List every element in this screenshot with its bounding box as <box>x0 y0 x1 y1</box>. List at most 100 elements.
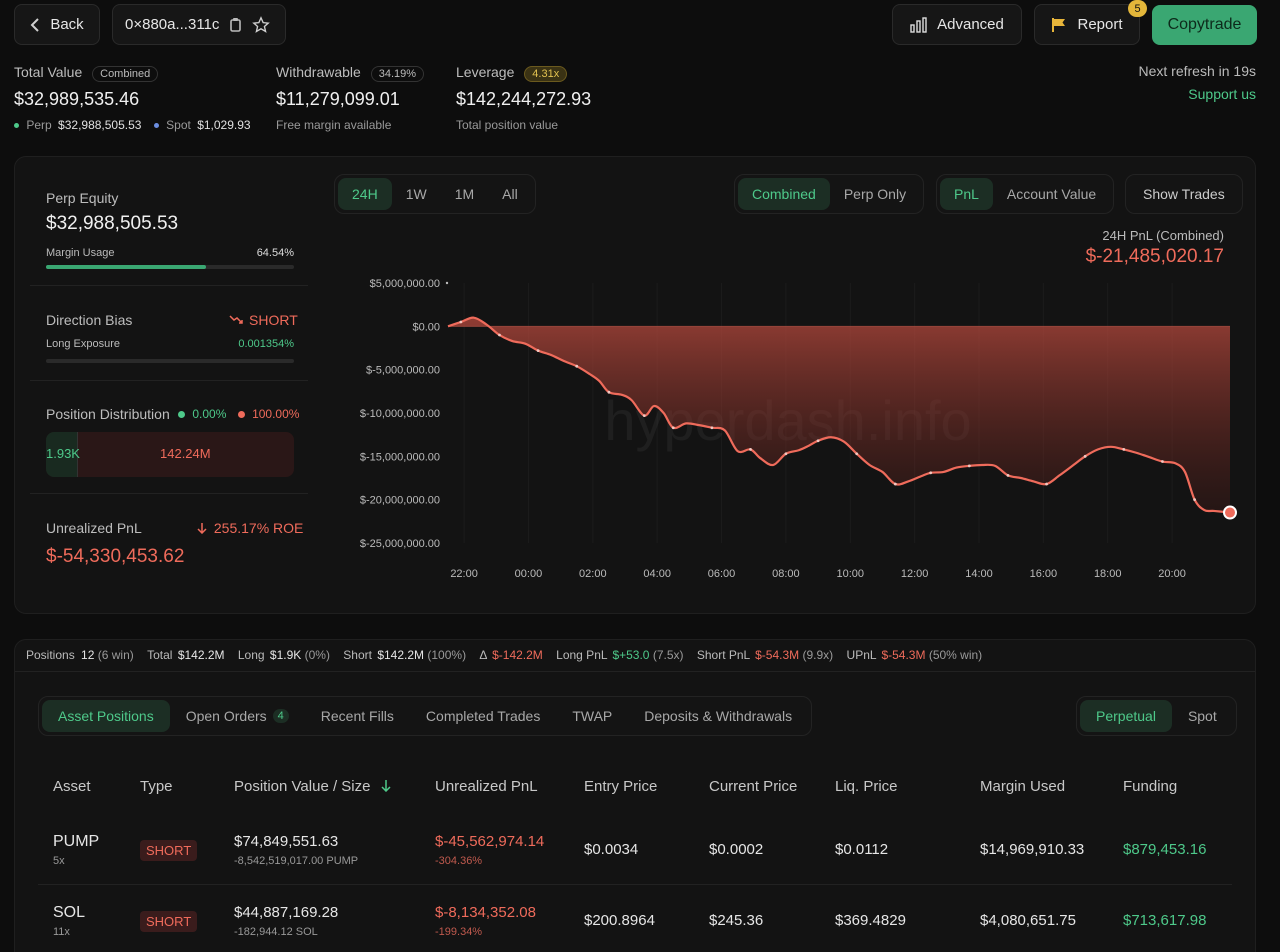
range-selector: 24H 1W 1M All <box>334 174 536 214</box>
col-asset[interactable]: Asset <box>53 778 91 795</box>
data-point <box>671 426 675 430</box>
address-box: 0×880a...311c <box>112 4 286 45</box>
direction-bias-value: SHORT <box>229 312 298 328</box>
row-current-price: $0.0002 <box>709 841 764 858</box>
tab-recent-fills[interactable]: Recent Fills <box>305 700 410 732</box>
back-button[interactable]: Back <box>14 4 100 45</box>
data-point <box>929 471 933 475</box>
positions-card <box>14 639 1256 952</box>
x-tick-label: 08:00 <box>772 568 800 580</box>
col-funding[interactable]: Funding <box>1123 778 1177 795</box>
row-liq-price: $369.4829 <box>835 912 906 929</box>
col-position-value[interactable]: Position Value / Size <box>234 778 391 796</box>
x-tick-label: 20:00 <box>1158 568 1186 580</box>
y-tick-label: $-25,000,000.00 <box>360 538 440 550</box>
copy-icon[interactable] <box>228 17 242 33</box>
x-tick-label: 04:00 <box>643 568 671 580</box>
show-trades-button[interactable]: Show Trades <box>1125 174 1243 214</box>
row-current-price: $245.36 <box>709 912 764 929</box>
col-margin-used[interactable]: Margin Used <box>980 778 1065 795</box>
row-funding: $879,453.16 <box>1123 841 1207 858</box>
data-point <box>1193 498 1197 502</box>
mode-combined[interactable]: Combined <box>738 178 830 210</box>
short-dot-icon <box>237 411 245 419</box>
pnl-title: 24H PnL (Combined) <box>1102 228 1224 243</box>
data-point <box>1122 448 1126 451</box>
y-tick-label: $-5,000,000.00 <box>366 365 440 377</box>
refresh-timer: Next refresh in 19s <box>1138 63 1257 79</box>
tab-completed-trades[interactable]: Completed Trades <box>410 700 556 732</box>
roe-value: 255.17% ROE <box>197 520 303 537</box>
x-tick-label: 22:00 <box>450 568 478 580</box>
x-tick-label: 12:00 <box>901 568 929 580</box>
data-point <box>498 333 501 337</box>
row-position-size: -8,542,519,017.00 PUMP <box>234 855 359 867</box>
tab-deposits-withdrawals[interactable]: Deposits & Withdrawals <box>628 700 808 732</box>
row-liq-price: $0.0112 <box>835 841 889 858</box>
range-1w[interactable]: 1W <box>392 178 441 210</box>
pnl-area <box>448 317 1230 513</box>
range-all[interactable]: All <box>488 178 532 210</box>
col-entry-price[interactable]: Entry Price <box>584 778 657 795</box>
margin-usage-label: Margin Usage <box>46 247 115 259</box>
data-point <box>1006 474 1010 477</box>
report-button[interactable]: Report <box>1034 4 1140 45</box>
row-entry-price: $0.0034 <box>584 841 639 858</box>
advanced-button[interactable]: Advanced <box>892 4 1022 45</box>
data-point <box>967 464 971 468</box>
long-exposure-bar <box>46 359 294 363</box>
leverage-pill: 4.31x <box>524 66 568 82</box>
data-point <box>855 452 859 456</box>
row-leverage: 5x <box>53 855 65 867</box>
advanced-label: Advanced <box>937 16 1004 33</box>
report-count-badge: 5 <box>1128 0 1147 17</box>
x-tick-label: 02:00 <box>579 568 607 580</box>
spot-dot-icon <box>153 123 159 129</box>
x-tick-label: 10:00 <box>836 568 864 580</box>
star-icon[interactable] <box>252 15 271 34</box>
metric-account-value[interactable]: Account Value <box>993 178 1110 210</box>
wallet-address: 0×880a...311c <box>125 16 220 33</box>
col-unrealized-pnl[interactable]: Unrealized PnL <box>435 778 538 795</box>
y-tick-label: $-20,000,000.00 <box>360 495 440 507</box>
tab-twap[interactable]: TWAP <box>556 700 628 732</box>
report-label: Report <box>1077 16 1123 33</box>
tab-asset-positions[interactable]: Asset Positions <box>42 700 170 732</box>
current-point-marker <box>1223 505 1237 520</box>
long-exposure-value: 0.001354% <box>238 338 294 350</box>
back-label: Back <box>50 16 84 33</box>
mode-perp-only[interactable]: Perp Only <box>830 178 920 210</box>
y-tick-label: $-10,000,000.00 <box>360 408 440 420</box>
copytrade-button[interactable]: Copytrade <box>1152 5 1257 45</box>
withdrawable-pill: 34.19% <box>370 66 425 82</box>
x-tick-label: 00:00 <box>515 568 543 580</box>
tab-open-orders[interactable]: Open Orders 4 <box>170 700 305 732</box>
range-24h[interactable]: 24H <box>338 178 392 210</box>
row-type-badge: SHORT <box>140 911 198 932</box>
row-upnl: $-8,134,352.08 <box>435 904 536 921</box>
y-tick-label: $-15,000,000.00 <box>360 451 440 463</box>
row-asset: SOL <box>53 904 86 921</box>
row-upnl: $-45,562,974.14 <box>435 833 545 850</box>
metric-pnl[interactable]: PnL <box>940 178 993 210</box>
withdrawable-sub: Free margin available <box>276 118 392 132</box>
positions-tabs: Asset Positions Open Orders 4 Recent Fil… <box>38 696 813 736</box>
y-tick-label: $5,000,000.00 <box>370 278 440 290</box>
unrealized-pnl-label: Unrealized PnL <box>46 520 142 536</box>
row-funding: $713,617.98 <box>1123 912 1207 929</box>
flag-icon <box>1051 17 1067 33</box>
tab-spot[interactable]: Spot <box>1172 700 1233 732</box>
support-link[interactable]: Support us <box>1188 86 1256 102</box>
open-orders-badge: 4 <box>272 709 289 723</box>
dist-short-value: 142.24M <box>160 446 211 461</box>
tab-perpetual[interactable]: Perpetual <box>1080 700 1172 732</box>
data-point <box>1083 454 1087 458</box>
col-current-price[interactable]: Current Price <box>709 778 797 795</box>
col-type[interactable]: Type <box>140 778 173 795</box>
margin-usage-value: 64.54% <box>256 247 294 259</box>
row-asset: PUMP <box>53 833 100 850</box>
col-liq-price[interactable]: Liq. Price <box>835 778 898 795</box>
range-1m[interactable]: 1M <box>441 178 488 210</box>
perp-equity-value: $32,988,505.53 <box>46 213 179 234</box>
data-point <box>710 426 714 430</box>
